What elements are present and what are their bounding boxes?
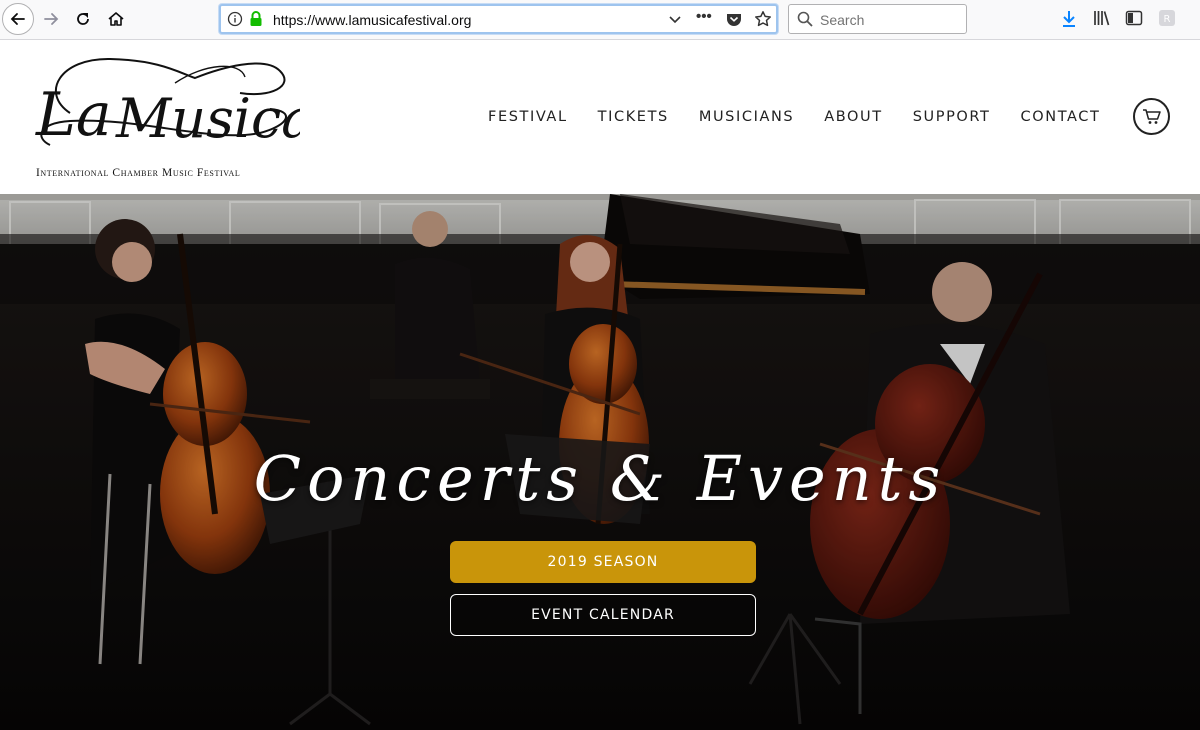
info-icon[interactable] [227, 11, 243, 27]
back-button[interactable] [2, 3, 34, 35]
cart-button[interactable] [1133, 98, 1170, 135]
lock-icon [250, 11, 262, 26]
extension-icon[interactable]: R [1158, 9, 1176, 27]
chevron-down-icon[interactable] [668, 12, 682, 26]
sidebar-icon[interactable] [1125, 9, 1143, 27]
bookmark-star-icon[interactable] [754, 10, 772, 28]
url-text[interactable]: https://www.lamusicafestival.org [273, 12, 471, 28]
main-nav: FESTIVAL TICKETS MUSICIANS ABOUT SUPPORT… [488, 109, 1130, 125]
library-icon[interactable] [1093, 9, 1111, 27]
nav-item-support[interactable]: SUPPORT [913, 109, 991, 125]
forward-icon [44, 13, 59, 25]
home-button[interactable] [101, 4, 131, 34]
nav-item-about[interactable]: ABOUT [824, 109, 883, 125]
reload-button[interactable] [68, 4, 98, 34]
url-bar[interactable]: https://www.lamusicafestival.org ••• [219, 4, 778, 34]
browser-toolbar: https://www.lamusicafestival.org ••• Sea… [0, 0, 1200, 40]
hero-title: Concerts & Events [253, 442, 947, 515]
nav-item-tickets[interactable]: TICKETS [598, 109, 669, 125]
search-icon [797, 11, 813, 27]
site-logo[interactable]: La Musica International Chamber Music Fe… [30, 53, 300, 188]
search-placeholder: Search [820, 12, 865, 28]
la-musica-logo: La Musica [35, 57, 300, 150]
season-2019-button[interactable]: 2019 SEASON [450, 541, 756, 583]
nav-item-musicians[interactable]: MUSICIANS [699, 109, 794, 125]
svg-text:R: R [1164, 14, 1171, 25]
back-icon [10, 13, 25, 25]
more-icon[interactable]: ••• [696, 8, 712, 25]
svg-text:La: La [35, 80, 112, 150]
svg-text:Musica: Musica [115, 87, 300, 150]
event-calendar-button[interactable]: EVENT CALENDAR [450, 594, 756, 636]
pocket-icon[interactable] [726, 11, 742, 27]
nav-item-contact[interactable]: CONTACT [1021, 109, 1101, 125]
logo-tagline: International Chamber Music Festival [36, 167, 241, 179]
hero-section: Concerts & Events 2019 SEASON EVENT CALE… [0, 194, 1200, 730]
home-icon [108, 12, 124, 26]
nav-item-festival[interactable]: FESTIVAL [488, 109, 568, 125]
reload-icon [77, 13, 89, 25]
forward-button[interactable] [36, 4, 66, 34]
site-header: La Musica International Chamber Music Fe… [0, 41, 1200, 194]
search-input[interactable]: Search [788, 4, 967, 34]
download-icon[interactable] [1061, 9, 1077, 29]
cart-icon [1142, 108, 1161, 124]
